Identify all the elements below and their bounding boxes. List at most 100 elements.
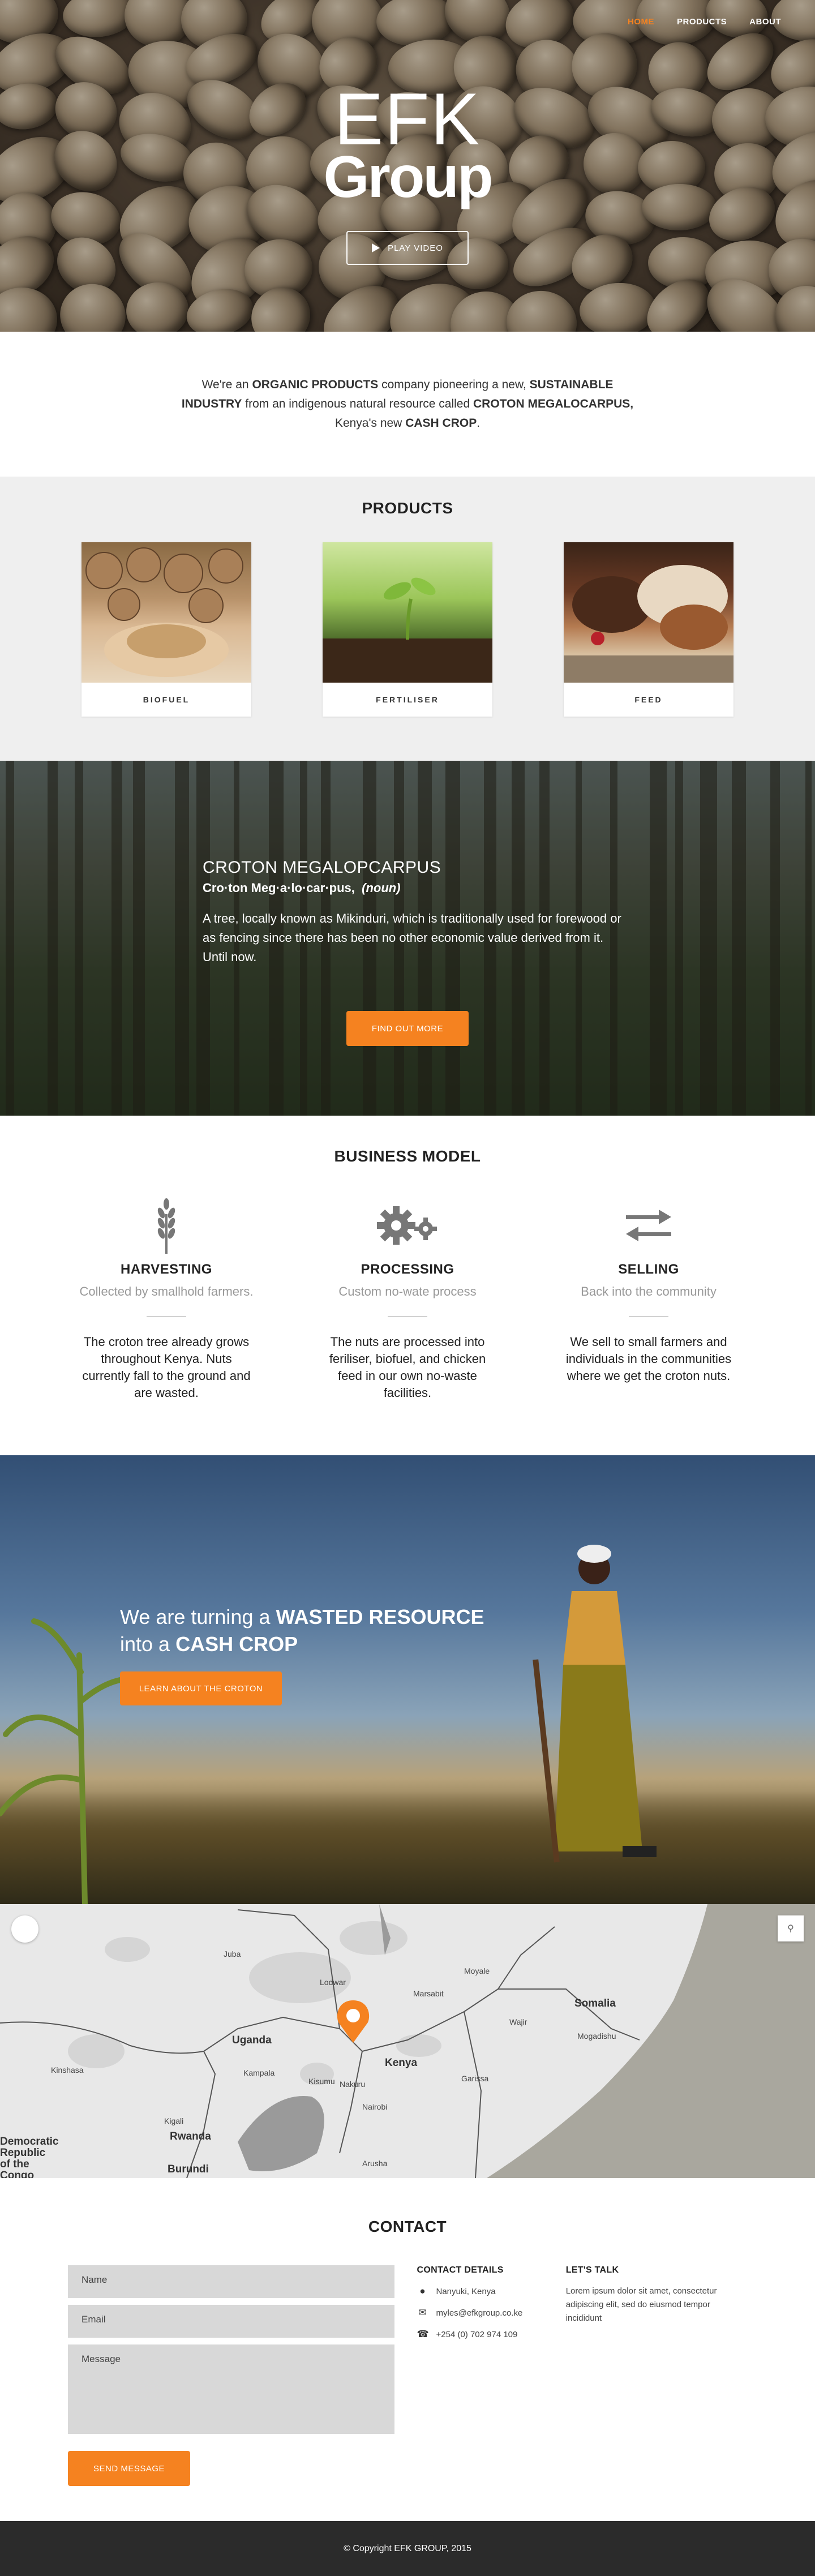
exchange-arrows-icon bbox=[550, 1197, 748, 1254]
products-section: PRODUCTS BIOFUEL FERTILISER FEED bbox=[0, 477, 815, 761]
map-label-arusha: Arusha bbox=[362, 2159, 388, 2168]
envelope-icon: ✉ bbox=[418, 2307, 427, 2318]
logo-line-2: Group bbox=[323, 144, 494, 210]
processing-title: PROCESSING bbox=[361, 1262, 454, 1277]
map-label-drc: Democratic Republic of the Congo bbox=[0, 2136, 59, 2179]
map-canvas bbox=[0, 1904, 815, 2178]
harvesting-subtitle: Collected by smallhold farmers. bbox=[79, 1284, 254, 1298]
map-label-wajir: Wajir bbox=[509, 2017, 527, 2026]
send-message-button[interactable]: SEND MESSAGE bbox=[68, 2451, 190, 2486]
name-field[interactable]: Name bbox=[68, 2265, 394, 2298]
copyright-text: © Copyright EFK GROUP, 2015 bbox=[344, 2543, 471, 2553]
map-label-burundi: Burundi bbox=[168, 2163, 209, 2175]
croton-title: CROTON MEGALOPCARPUS bbox=[203, 858, 441, 877]
map-label-kisumu: Kisumu bbox=[308, 2077, 335, 2086]
main-nav: HOME PRODUCTS ABOUT bbox=[628, 17, 781, 27]
harvesting-description: The croton tree already grows throughout… bbox=[82, 1335, 251, 1400]
product-list: BIOFUEL FERTILISER FEED bbox=[0, 542, 815, 717]
email-link[interactable]: myles@efkgroup.co.ke bbox=[436, 2308, 523, 2318]
fertiliser-label: FERTILISER bbox=[376, 695, 439, 704]
processing-step: PROCESSING Custom no-wate process The nu… bbox=[308, 1197, 507, 1401]
map-label-somalia: Somalia bbox=[574, 1998, 616, 2009]
map-label-lodwar: Lodwar bbox=[320, 1978, 346, 1987]
business-title: BUSINESS MODEL bbox=[334, 1147, 481, 1165]
contact-details: CONTACT DETAILS ● Nanyuki, Kenya ✉ myles… bbox=[417, 2265, 543, 2486]
play-video-button[interactable]: PLAY VIDEO bbox=[346, 231, 469, 265]
map-label-kampala: Kampala bbox=[243, 2068, 275, 2077]
contact-form: Name Email Message SEND MESSAGE bbox=[68, 2265, 394, 2486]
map-label-kigali: Kigali bbox=[164, 2116, 184, 2125]
farmer-figure bbox=[533, 1545, 657, 1863]
divider bbox=[388, 1316, 427, 1317]
feed-label: FEED bbox=[634, 695, 663, 704]
find-out-more-button[interactable]: FIND OUT MORE bbox=[346, 1011, 469, 1046]
products-title: PRODUCTS bbox=[362, 499, 453, 517]
croton-section: CROTON MEGALOPCARPUS Cro·ton Meg·a·lo·ca… bbox=[0, 761, 815, 1116]
phone-row: ☎ +254 (0) 702 974 109 bbox=[417, 2329, 543, 2340]
intro-text: We're an ORGANIC PRODUCTS company pionee… bbox=[181, 378, 634, 430]
message-field[interactable]: Message bbox=[68, 2344, 394, 2434]
divider bbox=[629, 1316, 668, 1317]
map-label-kinshasa: Kinshasa bbox=[51, 2065, 84, 2074]
feed-image bbox=[564, 542, 734, 683]
contact-content: Name Email Message SEND MESSAGE CONTACT … bbox=[68, 2265, 747, 2486]
product-card-feed[interactable]: FEED bbox=[564, 542, 734, 717]
nav-products[interactable]: PRODUCTS bbox=[677, 17, 727, 27]
selling-title: SELLING bbox=[618, 1262, 679, 1277]
wasted-heading: We are turning a WASTED RESOURCE into a C… bbox=[120, 1605, 484, 1656]
contact-section: CONTACT Name Email Message SEND MESSAGE … bbox=[0, 2178, 815, 2521]
nav-about[interactable]: ABOUT bbox=[749, 17, 781, 27]
map-label-rwanda: Rwanda bbox=[170, 2131, 211, 2142]
map-label-kenya: Kenya bbox=[385, 2057, 418, 2069]
product-card-fertiliser[interactable]: FERTILISER bbox=[323, 542, 492, 717]
contact-details-title: CONTACT DETAILS bbox=[417, 2265, 504, 2275]
biofuel-image bbox=[82, 542, 251, 683]
map-section[interactable]: Somalia Uganda Kenya Rwanda Burundi Demo… bbox=[0, 1904, 815, 2178]
phone-icon: ☎ bbox=[417, 2329, 429, 2339]
phone-text: +254 (0) 702 974 109 bbox=[436, 2329, 518, 2339]
map-label-garissa: Garissa bbox=[461, 2074, 489, 2083]
divider bbox=[147, 1316, 186, 1317]
processing-subtitle: Custom no-wate process bbox=[338, 1284, 477, 1298]
fertiliser-image bbox=[323, 542, 492, 683]
processing-description: The nuts are processed into feriliser, b… bbox=[329, 1335, 486, 1400]
wasted-resource-section: We are turning a WASTED RESOURCE into a C… bbox=[0, 1455, 815, 1904]
map-label-marsabit: Marsabit bbox=[413, 1989, 444, 1998]
map-label-nakuru: Nakuru bbox=[340, 2080, 366, 2089]
map-label-nairobi: Nairobi bbox=[362, 2102, 388, 2111]
play-icon bbox=[372, 243, 380, 252]
wheat-icon bbox=[67, 1197, 265, 1254]
location-pin-icon: ● bbox=[419, 2286, 426, 2296]
contact-title: CONTACT bbox=[368, 2218, 447, 2235]
croton-text: CROTON MEGALOPCARPUS Cro·ton Meg·a·lo·ca… bbox=[203, 858, 621, 967]
selling-step: SELLING Back into the community We sell … bbox=[550, 1197, 748, 1401]
harvesting-title: HARVESTING bbox=[121, 1262, 212, 1277]
map-label-moyale: Moyale bbox=[464, 1966, 490, 1975]
map-pan-control[interactable] bbox=[11, 1915, 38, 1943]
map-label-mogadishu: Mogadishu bbox=[577, 2031, 616, 2041]
lets-talk: LET'S TALK Lorem ipsum dolor sit amet, c… bbox=[566, 2265, 747, 2486]
product-card-biofuel[interactable]: BIOFUEL bbox=[82, 542, 251, 717]
email-field[interactable]: Email bbox=[68, 2305, 394, 2338]
footer: © Copyright EFK GROUP, 2015 bbox=[0, 2521, 815, 2576]
efk-logo: EFK Group bbox=[0, 78, 815, 210]
map-search-icon[interactable]: ⚲ bbox=[778, 1915, 804, 1941]
location-text: Nanyuki, Kenya bbox=[436, 2286, 496, 2296]
logo-line-1: EFK bbox=[334, 78, 481, 160]
intro-section: We're an ORGANIC PRODUCTS company pionee… bbox=[0, 332, 815, 477]
map-label-uganda: Uganda bbox=[232, 2034, 272, 2046]
email-row: ✉ myles@efkgroup.co.ke bbox=[417, 2307, 543, 2318]
croton-pronunciation: Cro·ton Meg·a·lo·car·pus, (noun) bbox=[203, 881, 401, 895]
map-label-juba: Juba bbox=[224, 1949, 241, 1958]
business-steps: HARVESTING Collected by smallhold farmer… bbox=[0, 1197, 815, 1401]
play-video-label: PLAY VIDEO bbox=[388, 243, 443, 253]
lets-talk-text: Lorem ipsum dolor sit amet, consectetur … bbox=[565, 2286, 717, 2323]
nav-home[interactable]: HOME bbox=[628, 17, 654, 27]
lets-talk-title: LET'S TALK bbox=[565, 2265, 619, 2275]
learn-about-croton-button[interactable]: LEARN ABOUT THE CROTON bbox=[120, 1671, 282, 1705]
hero-section: EFK Group PLAY VIDEO bbox=[0, 0, 815, 332]
harvesting-step: HARVESTING Collected by smallhold farmer… bbox=[67, 1197, 265, 1401]
selling-subtitle: Back into the community bbox=[581, 1284, 717, 1298]
business-model-section: BUSINESS MODEL HARVESTING Collected by s… bbox=[0, 1116, 815, 1455]
location-row: ● Nanyuki, Kenya bbox=[417, 2286, 543, 2297]
